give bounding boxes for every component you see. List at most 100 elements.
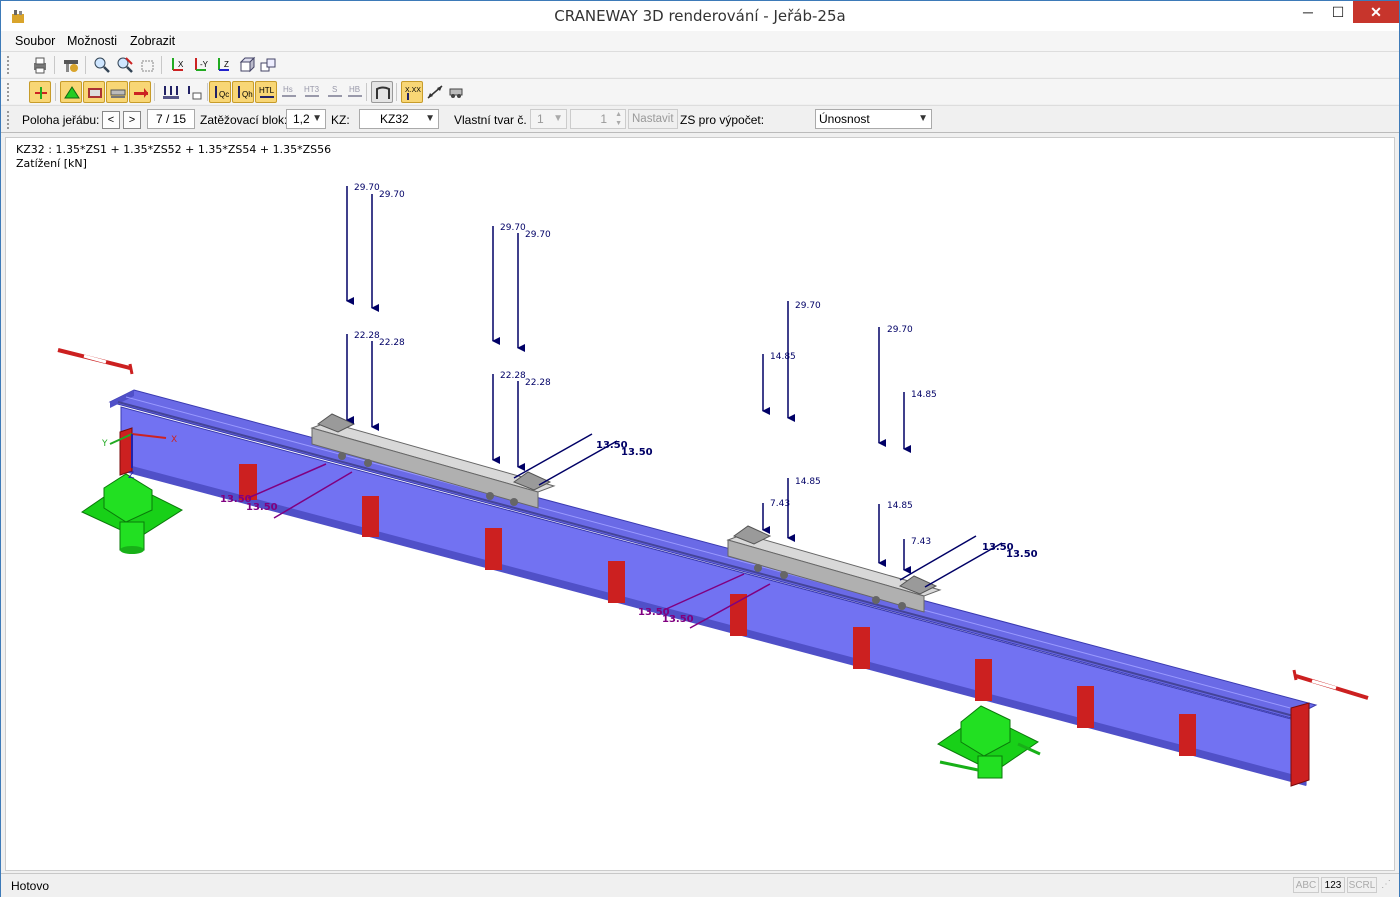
eigen-select[interactable]: 1 ▼	[530, 109, 567, 129]
zoom-extents-icon[interactable]	[114, 54, 136, 76]
load-label: 22.28	[500, 371, 526, 381]
prev-position-button[interactable]: <	[102, 111, 120, 129]
window-title: CRANEWAY 3D renderování - Jeřáb-25a	[554, 7, 846, 25]
view-x-icon[interactable]: X	[167, 54, 189, 76]
stiffener	[853, 627, 870, 669]
vertical-load-qc-icon[interactable]: Qc	[209, 81, 231, 103]
menu-options[interactable]: Možnosti	[67, 34, 117, 48]
load-block-select[interactable]: 1,2 ▼	[286, 109, 326, 129]
crane-position-label: Poloha jeřábu:	[22, 113, 100, 127]
crane-axis-icon[interactable]	[29, 81, 51, 103]
chevron-down-icon: ▼	[553, 113, 563, 124]
title-bar: CRANEWAY 3D renderování - Jeřáb-25a ─ ☐ …	[1, 1, 1399, 31]
zs-value: Únosnost	[819, 112, 870, 126]
load-ht3-icon[interactable]: HT3	[301, 81, 323, 103]
svg-text:HB: HB	[349, 85, 360, 94]
next-position-button[interactable]: >	[123, 111, 141, 129]
values-icon[interactable]: X.XX	[401, 81, 423, 103]
support-icon[interactable]	[60, 81, 82, 103]
load-label: 29.70	[525, 230, 551, 240]
svg-text:X.XX: X.XX	[405, 87, 421, 94]
end-marker-right	[1292, 669, 1369, 700]
load-label: 7.43	[911, 537, 931, 547]
rail-line-2	[125, 396, 1310, 714]
menu-file[interactable]: Soubor	[15, 34, 55, 48]
load-hs-icon[interactable]: Hs	[278, 81, 300, 103]
chevron-down-icon: ▼	[918, 113, 928, 124]
crane-position-field[interactable]: 7 / 15	[147, 109, 195, 129]
iso-view-icon[interactable]	[236, 54, 258, 76]
dimension-icon[interactable]	[424, 81, 446, 103]
svg-text:S: S	[332, 85, 337, 94]
spinner-arrows-icon: ▲ ▼	[615, 111, 622, 127]
load-label: 29.70	[379, 190, 405, 200]
menu-view[interactable]: Zobrazit	[130, 34, 175, 48]
load-hb-icon[interactable]: HB	[344, 81, 366, 103]
toolbar-grip	[7, 111, 10, 129]
stiffener	[1179, 714, 1196, 756]
end-plate-right	[1290, 702, 1310, 787]
axis-x-label: X	[171, 435, 177, 445]
stiffener	[362, 496, 379, 537]
eigen-label: Vlastní tvar č.	[454, 113, 527, 127]
scene-canvas: X Y Z 29.70 29.70 22.28 22.28 29.70 29.7…	[57, 183, 1369, 787]
svg-text:Qh: Qh	[242, 90, 253, 99]
load-label: 29.70	[795, 301, 821, 311]
svg-text:-Y: -Y	[200, 60, 209, 69]
load-htl-icon[interactable]: HTL	[255, 81, 277, 103]
load-label: 14.85	[911, 390, 937, 400]
load-label: 29.70	[887, 325, 913, 335]
num-indicator: 123	[1321, 877, 1345, 893]
render-viewport[interactable]: X Y Z 29.70 29.70 22.28 22.28 29.70 29.7…	[5, 137, 1395, 871]
iso-view2-icon[interactable]	[257, 54, 279, 76]
svg-text:HTL: HTL	[259, 86, 275, 95]
axis-y-label: Y	[101, 439, 108, 449]
status-text: Hotovo	[11, 879, 50, 893]
eigen-spinner[interactable]: 1 ▲ ▼	[570, 109, 626, 129]
chevron-down-icon: ▼	[312, 113, 322, 124]
set-button[interactable]: Nastavit	[628, 109, 678, 129]
toolbar-view: X -Y Z	[1, 51, 1399, 77]
stiffener	[608, 561, 625, 603]
stiffener	[730, 594, 747, 636]
kz-select[interactable]: KZ32 ▼	[359, 109, 439, 129]
deformed-shape-icon[interactable]	[371, 81, 393, 103]
vertical-loads-crane-1: 29.70 29.70 22.28 22.28 29.70 29.70 22.2…	[346, 183, 551, 471]
render-icon[interactable]	[445, 81, 467, 103]
stiffener	[485, 528, 502, 570]
beam-bottom-flange	[121, 463, 1306, 786]
view-z-icon[interactable]: Z	[213, 54, 235, 76]
load-unit-text: Zatížení [kN]	[16, 157, 87, 170]
view-minus-y-icon[interactable]: -Y	[190, 54, 212, 76]
load-combination-text: KZ32 : 1.35*ZS1 + 1.35*ZS52 + 1.35*ZS54 …	[16, 143, 332, 156]
wheel-loads-icon[interactable]	[160, 81, 182, 103]
rail-icon[interactable]	[106, 81, 128, 103]
horizontal-load-qh-icon[interactable]: Qh	[232, 81, 254, 103]
caps-indicator: ABC	[1293, 877, 1319, 893]
perspective-icon[interactable]	[137, 54, 159, 76]
zs-label: ZS pro výpočet:	[680, 113, 765, 127]
beam-section-icon[interactable]	[83, 81, 105, 103]
load-label: 22.28	[379, 338, 405, 348]
close-button[interactable]: ✕	[1353, 1, 1399, 23]
support-left	[80, 473, 184, 554]
maximize-button[interactable]: ☐	[1323, 1, 1353, 23]
stiffener-icon[interactable]	[129, 81, 151, 103]
load-label: 14.85	[887, 501, 913, 511]
scroll-indicator: SCRL	[1347, 877, 1377, 893]
printer-icon[interactable]	[29, 54, 51, 76]
axis-z-label: Z	[128, 471, 134, 481]
svg-text:X: X	[178, 60, 184, 69]
load-label: 14.85	[795, 477, 821, 487]
load-s-icon[interactable]: S	[324, 81, 346, 103]
zs-select[interactable]: Únosnost ▼	[815, 109, 932, 129]
chevron-down-icon: ▼	[425, 113, 435, 124]
load-label: 29.70	[500, 223, 526, 233]
load-transfer-icon[interactable]	[183, 81, 205, 103]
minimize-button[interactable]: ─	[1293, 1, 1323, 23]
zoom-icon[interactable]	[91, 54, 113, 76]
load-block-label: Zatěžovací blok:	[200, 113, 288, 127]
vertical-loads-crane-2: 29.70 14.85 14.85 7.43 29.70 14.85 14.85…	[762, 301, 937, 574]
resize-grip-icon[interactable]: ⋰	[1379, 877, 1393, 893]
crane-settings-icon[interactable]	[60, 54, 82, 76]
